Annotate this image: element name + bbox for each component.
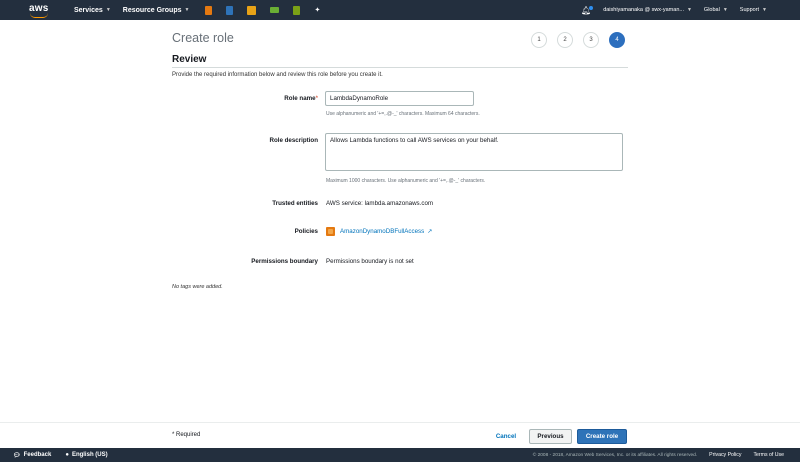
ec2-icon[interactable] [205,5,213,15]
required-mark: * [315,95,318,102]
bell-icon[interactable]: 🔔︎ [581,5,594,15]
chevron-down-icon: ▼ [762,7,767,13]
pin-icon[interactable]: ✦ [314,6,320,14]
policy-link[interactable]: AmazonDynamoDBFullAccess ↗ [340,228,432,235]
cloudformation-icon[interactable] [293,5,301,15]
notification-dot [589,5,594,10]
role-name-label-text: Role name [284,95,316,102]
language-label: English (US) [71,452,108,458]
globe-icon: ● [65,452,69,458]
role-description-textarea[interactable]: Allows Lambda functions to call AWS serv… [325,133,623,171]
copyright-text: © 2008 - 2018, Amazon Web Services, Inc.… [532,452,698,458]
policy-item: AmazonDynamoDBFullAccess ↗ [326,227,432,236]
support-menu[interactable]: Support ▼ [740,7,767,13]
footer-right: © 2008 - 2018, Amazon Web Services, Inc.… [533,448,784,462]
external-link-icon: ↗ [427,229,433,235]
services-menu[interactable]: Services ▼ [74,7,111,14]
role-name-label: Role name* [178,95,318,102]
s3-icon[interactable] [247,5,257,15]
step-4-active: 4 [609,32,625,48]
role-name-input[interactable] [325,91,474,106]
role-description-label: Role description [269,137,318,144]
resource-groups-menu[interactable]: Resource Groups ▼ [123,7,190,14]
step-1[interactable]: 1 [531,32,547,48]
service-shortcuts: ✦ [205,5,320,15]
previous-button[interactable]: Previous [529,429,572,444]
policy-name: AmazonDynamoDBFullAccess [340,228,425,235]
chevron-down-icon: ▼ [184,7,190,13]
policy-icon [326,227,335,236]
aws-logo-smile-icon [30,13,48,18]
section-divider [172,67,628,68]
services-label: Services [74,6,103,14]
region-label: Global [703,7,720,13]
no-tags-text: No tags were added. [172,284,223,290]
trusted-entities-label: Trusted entities [272,200,318,207]
chevron-down-icon: ▼ [722,7,728,13]
permissions-boundary-label: Permissions boundary [251,258,318,265]
language-selector[interactable]: ● English (US) [65,452,107,458]
wizard-steps: 1 2 3 4 [531,32,625,48]
nav-right: 🔔︎ daishiyamanaka @ swx-yaman... ▼ Globa… [581,0,767,20]
api-gateway-icon[interactable] [270,7,280,13]
aws-logo[interactable]: aws [29,0,51,20]
create-role-button[interactable]: Create role [577,429,627,444]
step-3[interactable]: 3 [583,32,599,48]
account-menu[interactable]: daishiyamanaka @ swx-yaman... ▼ [603,7,692,13]
footer: 💬︎ Feedback ● English (US) © 2008 - 2018… [0,448,800,462]
chevron-down-icon: ▼ [105,7,111,13]
terms-of-use-link[interactable]: Terms of Use [753,452,784,458]
resource-groups-label: Resource Groups [122,6,182,14]
dynamodb-icon[interactable] [226,5,234,15]
feedback-label: Feedback [23,452,52,458]
step-2[interactable]: 2 [557,32,573,48]
action-bar: * Required Cancel Previous Create role [0,422,800,448]
policies-label: Policies [294,228,318,235]
page-title: Create role [172,31,234,45]
role-description-hint: Maximum 1000 characters. Use alphanumeri… [326,178,486,184]
chevron-down-icon: ▼ [686,7,692,13]
intro-text: Provide the required information below a… [172,72,383,78]
speech-bubble-icon: 💬︎ [13,452,21,459]
privacy-policy-link[interactable]: Privacy Policy [709,452,741,458]
section-title: Review [172,54,207,65]
required-note: * Required [172,432,201,438]
role-name-hint: Use alphanumeric and '+=,.@-_' character… [326,111,480,117]
account-label: daishiyamanaka @ swx-yaman... [603,7,684,13]
permissions-boundary-value: Permissions boundary is not set [326,258,414,265]
region-menu[interactable]: Global ▼ [704,7,728,13]
support-label: Support [739,7,760,13]
trusted-entities-value: AWS service: lambda.amazonaws.com [326,200,434,207]
top-navigation: aws Services ▼ Resource Groups ▼ ✦ 🔔︎ da… [0,0,800,20]
feedback-link[interactable]: 💬︎ Feedback [13,452,51,459]
cancel-button[interactable]: Cancel [489,429,523,443]
